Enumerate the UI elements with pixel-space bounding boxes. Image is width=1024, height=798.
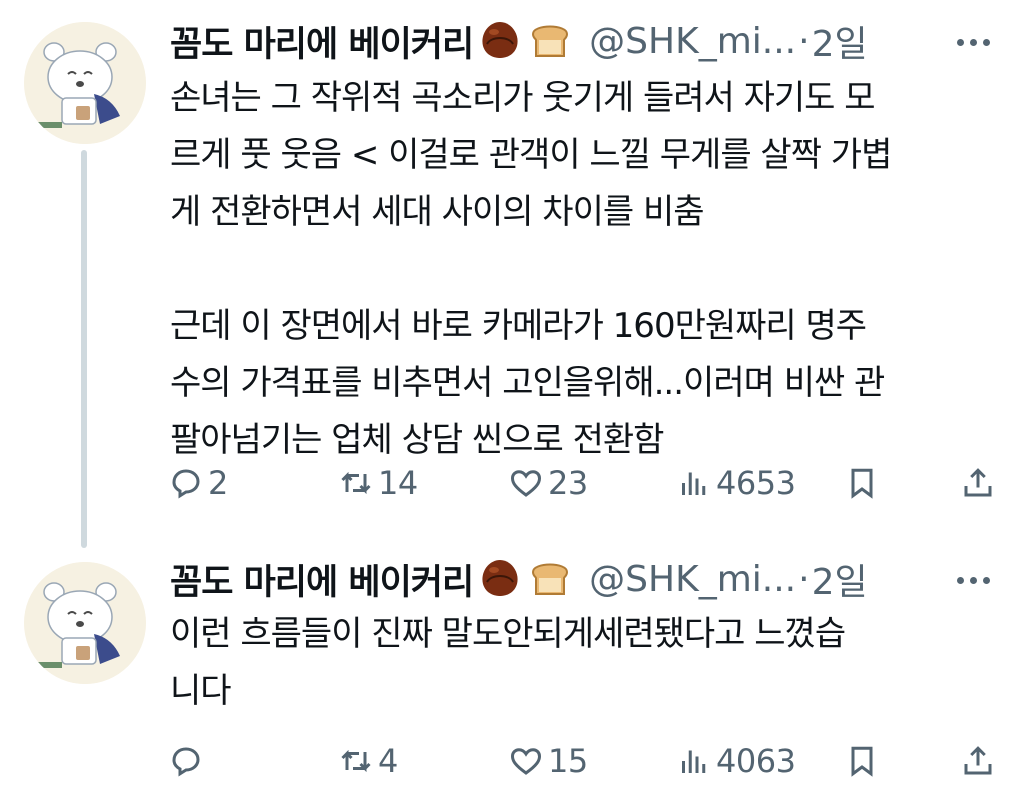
- avatar[interactable]: [24, 22, 146, 144]
- reply-icon: [172, 747, 200, 777]
- tweet-actions: 4 15 4063: [168, 736, 998, 786]
- views-button[interactable]: 4063: [676, 736, 796, 786]
- chestnut-icon: [477, 16, 523, 66]
- retweet-count: 14: [378, 464, 418, 502]
- views-icon: [682, 750, 706, 773]
- tweet-actions: 2 14 23 4653: [168, 458, 998, 508]
- bread-icon: [527, 16, 573, 66]
- avatar-bear-image: [24, 22, 146, 144]
- like-button[interactable]: 23: [508, 458, 588, 508]
- retweet-button[interactable]: 14: [338, 458, 418, 508]
- share-icon: [964, 468, 992, 497]
- retweet-icon: [341, 749, 371, 773]
- views-icon: [682, 472, 706, 495]
- heart-icon: [510, 748, 542, 775]
- chestnut-icon: [477, 554, 523, 604]
- separator-dot: ·: [798, 20, 810, 62]
- bookmark-icon: [851, 746, 873, 777]
- heart-icon: [510, 470, 542, 497]
- avatar-bear-image: [24, 562, 146, 684]
- display-name[interactable]: 꼼도 마리에 베이커리: [170, 16, 474, 67]
- more-icon[interactable]: [948, 22, 998, 62]
- share-button[interactable]: [960, 736, 996, 786]
- share-button[interactable]: [960, 458, 996, 508]
- views-count: 4063: [716, 742, 796, 780]
- tweet-text: 이런 흐름들이 진짜 말도안되게세련됐다고 느꼈습 니다: [170, 614, 846, 711]
- avatar[interactable]: [24, 562, 146, 684]
- views-count: 4653: [716, 464, 796, 502]
- retweet-count: 4: [378, 742, 398, 780]
- tweet-header: 꼼도 마리에 베이커리 @SHK_mi... · 2일: [170, 16, 868, 66]
- display-name[interactable]: 꼼도 마리에 베이커리: [170, 554, 474, 605]
- bookmark-button[interactable]: [844, 736, 880, 786]
- reply-count: 2: [208, 464, 228, 502]
- retweet-button[interactable]: 4: [338, 736, 398, 786]
- reply-icon: [172, 469, 200, 499]
- timestamp[interactable]: 2일: [812, 15, 868, 67]
- views-button[interactable]: 4653: [676, 458, 796, 508]
- separator-dot: ·: [798, 558, 810, 600]
- user-handle[interactable]: @SHK_mi...: [589, 559, 796, 600]
- share-icon: [964, 746, 992, 775]
- like-count: 23: [548, 464, 588, 502]
- more-icon[interactable]: [948, 560, 998, 600]
- user-handle[interactable]: @SHK_mi...: [589, 21, 796, 62]
- tweet[interactable]: 꼼도 마리에 베이커리 @SHK_mi... · 2일 이런 흐름들이 진짜 말…: [0, 550, 1024, 798]
- tweet-header: 꼼도 마리에 베이커리 @SHK_mi... · 2일: [170, 554, 868, 604]
- bookmark-button[interactable]: [844, 458, 880, 508]
- reply-button[interactable]: 2: [168, 458, 228, 508]
- tweet[interactable]: 꼼도 마리에 베이커리 @SHK_mi... · 2일 손녀는 그 작위적 곡소…: [0, 0, 1024, 540]
- reply-button[interactable]: [168, 736, 208, 786]
- like-count: 15: [548, 742, 588, 780]
- bookmark-icon: [851, 468, 873, 499]
- like-button[interactable]: 15: [508, 736, 588, 786]
- timestamp[interactable]: 2일: [812, 553, 868, 605]
- retweet-icon: [341, 471, 371, 495]
- tweet-text: 손녀는 그 작위적 곡소리가 웃기게 들려서 자기도 모 르게 풋 웃음 < 이…: [170, 78, 892, 460]
- bread-icon: [527, 554, 573, 604]
